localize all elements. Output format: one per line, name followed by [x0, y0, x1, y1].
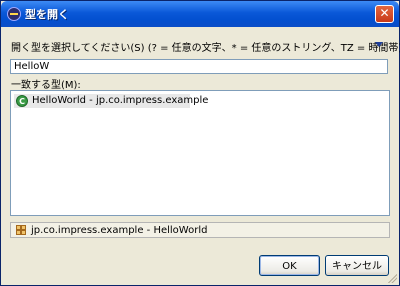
- open-type-dialog: 型を開く ✕ 開く型を選択してください(S) (? = 任意の文字、* = 任意…: [0, 0, 400, 286]
- list-item[interactable]: C HelloWorld - jp.co.impress.example: [14, 94, 208, 108]
- type-filter-prompt: 開く型を選択してください(S) (? = 任意の文字、* = 任意のストリング、…: [11, 43, 400, 54]
- type-name: HelloWorld - jp.co.impress.example: [32, 95, 209, 106]
- selected-type-status: jp.co.impress.example - HelloWorld: [10, 222, 390, 238]
- class-icon: C: [16, 95, 28, 107]
- window-title: 型を開く: [25, 8, 69, 21]
- cancel-button[interactable]: キャンセル: [325, 255, 389, 276]
- matching-types-list[interactable]: C HelloWorld - jp.co.impress.example: [10, 90, 390, 216]
- status-text: jp.co.impress.example - HelloWorld: [31, 225, 208, 236]
- resize-grip-icon[interactable]: [387, 273, 397, 283]
- eclipse-app-icon: [7, 7, 21, 21]
- view-menu-arrow-icon[interactable]: [375, 42, 383, 47]
- ok-button[interactable]: OK: [259, 255, 320, 276]
- title-bar[interactable]: 型を開く ✕: [1, 1, 399, 27]
- package-icon: [16, 225, 26, 235]
- type-filter-input[interactable]: [10, 59, 388, 74]
- matching-types-label: 一致する型(M):: [11, 80, 81, 91]
- close-button[interactable]: ✕: [375, 5, 394, 23]
